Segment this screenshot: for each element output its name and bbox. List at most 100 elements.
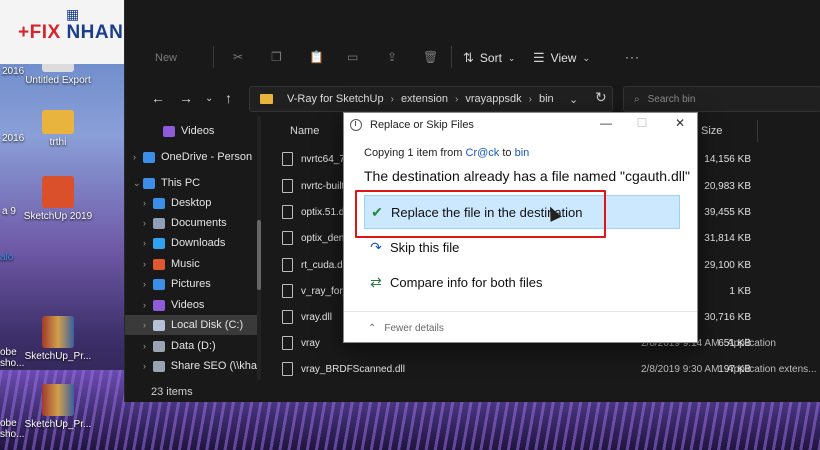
file-icon bbox=[282, 258, 293, 272]
chevron-icon[interactable]: › bbox=[143, 320, 153, 330]
column-header-size[interactable]: Size bbox=[701, 125, 722, 137]
drive-icon bbox=[153, 319, 165, 331]
nav-item[interactable]: › Videos bbox=[125, 295, 257, 315]
chevron-icon[interactable]: › bbox=[133, 152, 143, 162]
close-icon[interactable]: ✕ bbox=[670, 116, 690, 130]
desktop-icon-trthi[interactable]: trthi bbox=[22, 104, 94, 148]
forward-arrow-icon[interactable]: → bbox=[179, 90, 193, 106]
chevron-icon[interactable]: › bbox=[143, 361, 153, 371]
desktop-label-fragment: 2016 bbox=[2, 133, 25, 144]
destination-link[interactable]: bin bbox=[515, 147, 530, 159]
file-size: 1 KB bbox=[729, 285, 751, 297]
nav-item-label: Videos bbox=[171, 299, 205, 311]
nav-item[interactable]: › Share SEO (\\kha bbox=[125, 356, 257, 376]
more-options-button[interactable]: ··· bbox=[625, 50, 640, 64]
rename-icon[interactable]: ▭ bbox=[347, 50, 358, 64]
archive-icon bbox=[42, 384, 74, 416]
file-size: 14,156 KB bbox=[704, 153, 751, 165]
chevron-icon[interactable]: › bbox=[143, 279, 153, 289]
nav-item[interactable]: › Downloads bbox=[125, 233, 257, 253]
folder-icon bbox=[260, 94, 273, 104]
view-icon: ☰ bbox=[533, 50, 545, 65]
search-placeholder: Search bin bbox=[647, 93, 696, 105]
cut-icon[interactable]: ✂ bbox=[233, 50, 243, 64]
file-row[interactable]: vray_BRDFScanned.dll 2/8/2019 9:30 AM Appl… bbox=[265, 358, 820, 380]
file-icon bbox=[282, 284, 293, 298]
sort-button[interactable]: ⇅ Sort ⌄ bbox=[463, 50, 515, 66]
chevron-icon[interactable]: ⌄ bbox=[133, 178, 143, 189]
breadcrumb-item[interactable]: extension bbox=[401, 93, 448, 105]
sketchup-icon bbox=[42, 176, 74, 208]
nav-item-label: Downloads bbox=[171, 237, 226, 249]
chevron-icon[interactable]: › bbox=[143, 259, 153, 269]
compare-files-button[interactable]: ⇄ Compare info for both files bbox=[364, 265, 680, 299]
desktop-icon-sketchup-2019[interactable]: SketchUp 2019 bbox=[22, 176, 94, 222]
grid-icon: ▦ bbox=[66, 6, 80, 22]
fewer-details-button[interactable]: Fewer details bbox=[384, 323, 443, 334]
new-button[interactable]: New bbox=[155, 52, 177, 64]
back-arrow-icon[interactable]: ← bbox=[151, 90, 165, 106]
recent-locations-chevron-icon[interactable]: ⌄ bbox=[205, 93, 213, 104]
nav-item[interactable]: › Local Disk (C:) bbox=[125, 315, 257, 335]
desktop-icon-sketchup-pr[interactable]: SketchUp_Pr... bbox=[22, 316, 94, 362]
delete-icon[interactable]: 🗑 bbox=[423, 50, 438, 64]
nav-item[interactable]: › Desktop bbox=[125, 193, 257, 213]
minimize-icon[interactable]: — bbox=[596, 116, 616, 130]
address-bar[interactable]: V-Ray for SketchUp › extension › vrayapp… bbox=[249, 86, 613, 112]
refresh-icon[interactable]: ↻ bbox=[595, 89, 607, 106]
nav-item[interactable]: › Pictures bbox=[125, 274, 257, 294]
chevron-icon[interactable]: › bbox=[143, 238, 153, 248]
source-link[interactable]: Cr@ck bbox=[466, 147, 500, 159]
desktop-label-fragment: obe bbox=[0, 347, 17, 358]
toolbar-divider bbox=[213, 46, 214, 68]
dialog-footer: ⌃ Fewer details bbox=[344, 311, 697, 344]
desktop-label-fragment: alo bbox=[0, 252, 14, 263]
music-icon bbox=[153, 258, 165, 270]
up-arrow-icon[interactable]: ↑ bbox=[225, 90, 232, 106]
conflict-message: The destination already has a file named… bbox=[364, 168, 690, 184]
breadcrumb-item[interactable]: V-Ray for SketchUp bbox=[287, 93, 384, 105]
nav-item-label: Pictures bbox=[171, 278, 211, 290]
desktop-label-fragment: 2016 bbox=[2, 66, 25, 77]
file-icon bbox=[282, 205, 293, 219]
copy-icon[interactable]: ❐ bbox=[271, 50, 282, 64]
search-box[interactable]: ⌕ Search bin bbox=[623, 86, 820, 112]
paste-icon[interactable]: 📋 bbox=[309, 50, 324, 64]
column-header-name[interactable]: Name bbox=[290, 125, 319, 137]
file-size: 30,716 KB bbox=[704, 311, 751, 323]
clock-icon bbox=[350, 119, 362, 131]
chevron-icon[interactable]: › bbox=[143, 218, 153, 228]
chevron-icon[interactable]: › bbox=[143, 198, 153, 208]
dialog-title: Replace or Skip Files bbox=[370, 119, 474, 131]
downloads-icon bbox=[153, 237, 165, 249]
breadcrumb-item[interactable]: bin bbox=[539, 93, 554, 105]
view-button[interactable]: ☰ View ⌄ bbox=[533, 50, 590, 66]
file-icon bbox=[282, 179, 293, 193]
file-name: vray_BRDFScanned.dll bbox=[301, 363, 405, 375]
file-icon bbox=[282, 231, 293, 245]
nav-item[interactable]: › Data (D:) bbox=[125, 336, 257, 356]
nav-item[interactable]: ⌄ This PC bbox=[125, 173, 257, 193]
column-divider bbox=[757, 120, 758, 142]
breadcrumb-item[interactable]: vrayappsdk bbox=[465, 93, 521, 105]
address-dropdown-chevron-icon[interactable]: ⌄ bbox=[569, 93, 578, 106]
nav-item[interactable]: › Documents bbox=[125, 213, 257, 233]
nav-item-label: This PC bbox=[161, 177, 201, 189]
nav-item[interactable]: › Music bbox=[125, 254, 257, 274]
desktop-label-fragment: sho... bbox=[0, 358, 25, 369]
file-size: 651 KB bbox=[718, 337, 751, 349]
compare-files-label: Compare info for both files bbox=[390, 274, 543, 290]
chevron-icon[interactable]: › bbox=[143, 300, 153, 310]
desktop-icon-label: SketchUp_Pr... bbox=[24, 419, 92, 430]
compare-icon: ⇄ bbox=[370, 273, 382, 290]
nav-item[interactable]: Videos bbox=[125, 121, 257, 141]
chevron-icon[interactable]: › bbox=[143, 341, 153, 351]
chevron-up-icon[interactable]: ⌃ bbox=[368, 323, 376, 334]
share-icon[interactable]: ⇪ bbox=[387, 50, 397, 64]
file-icon bbox=[282, 362, 293, 376]
navigation-scrollbar[interactable] bbox=[257, 116, 261, 380]
file-size: 39,455 KB bbox=[704, 206, 751, 218]
desktop-icon-sketchup-pr[interactable]: SketchUp_Pr... bbox=[22, 384, 94, 430]
nav-item-label: Local Disk (C:) bbox=[171, 319, 244, 331]
nav-item[interactable]: › OneDrive - Person bbox=[125, 147, 257, 167]
